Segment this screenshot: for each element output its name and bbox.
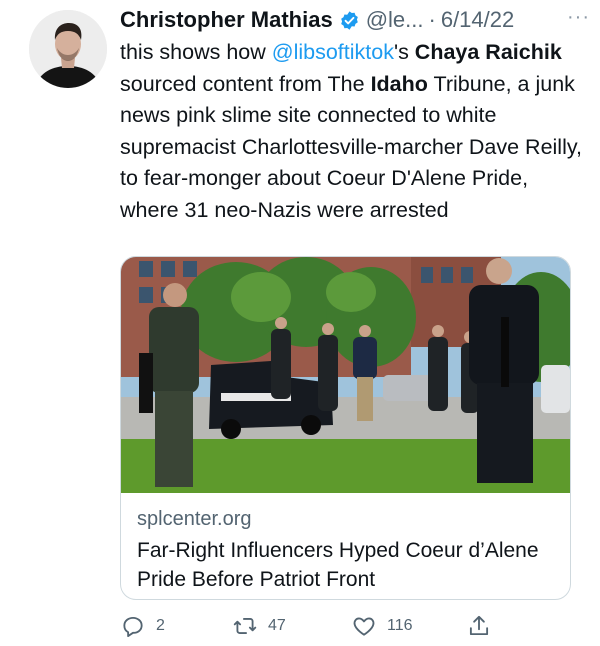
retweet-button[interactable]: 47 — [232, 610, 286, 642]
tweet-text-mid: sourced content from The — [120, 71, 371, 96]
author-handle[interactable]: @le... — [366, 7, 424, 33]
bold-place: Idaho — [370, 71, 428, 96]
share-icon — [469, 615, 489, 636]
verified-badge-icon — [339, 10, 360, 31]
author-name[interactable]: Christopher Mathias — [120, 7, 333, 33]
card-image — [121, 257, 570, 493]
tweet-text-intro: this shows how — [120, 40, 272, 64]
card-domain: splcenter.org — [137, 508, 252, 530]
bold-name: Chaya Raichik — [414, 40, 562, 64]
share-button[interactable] — [466, 610, 492, 642]
retweet-count: 47 — [268, 617, 286, 634]
like-button[interactable]: 116 — [351, 610, 413, 642]
tweet-actions: 2 47 116 — [120, 610, 580, 642]
author-avatar[interactable] — [29, 10, 107, 88]
avatar-portrait — [29, 10, 107, 88]
tweet-header: Christopher Mathias @le... · 6/14/22 ··· — [120, 4, 590, 36]
header-separator: · — [428, 7, 436, 32]
reply-icon — [123, 616, 143, 637]
link-card[interactable]: splcenter.org Far-Right Influencers Hype… — [120, 256, 571, 600]
card-title[interactable]: Far-Right Influencers Hyped Coeur d’Alen… — [137, 537, 558, 594]
reply-count: 2 — [156, 617, 165, 634]
tweet-text: this shows how @libsoftiktok's Chaya Rai… — [120, 37, 590, 227]
card-meta: splcenter.org Far-Right Influencers Hype… — [137, 505, 558, 594]
like-count: 116 — [387, 617, 413, 634]
heart-icon — [353, 617, 375, 636]
more-options-icon[interactable]: ··· — [567, 6, 590, 29]
tweet-text-possessive: 's — [393, 40, 415, 64]
mention-link[interactable]: @libsoftiktok — [272, 40, 394, 64]
reply-button[interactable]: 2 — [120, 610, 165, 642]
retweet-icon — [233, 618, 257, 634]
tweet-date[interactable]: 6/14/22 — [441, 7, 514, 33]
